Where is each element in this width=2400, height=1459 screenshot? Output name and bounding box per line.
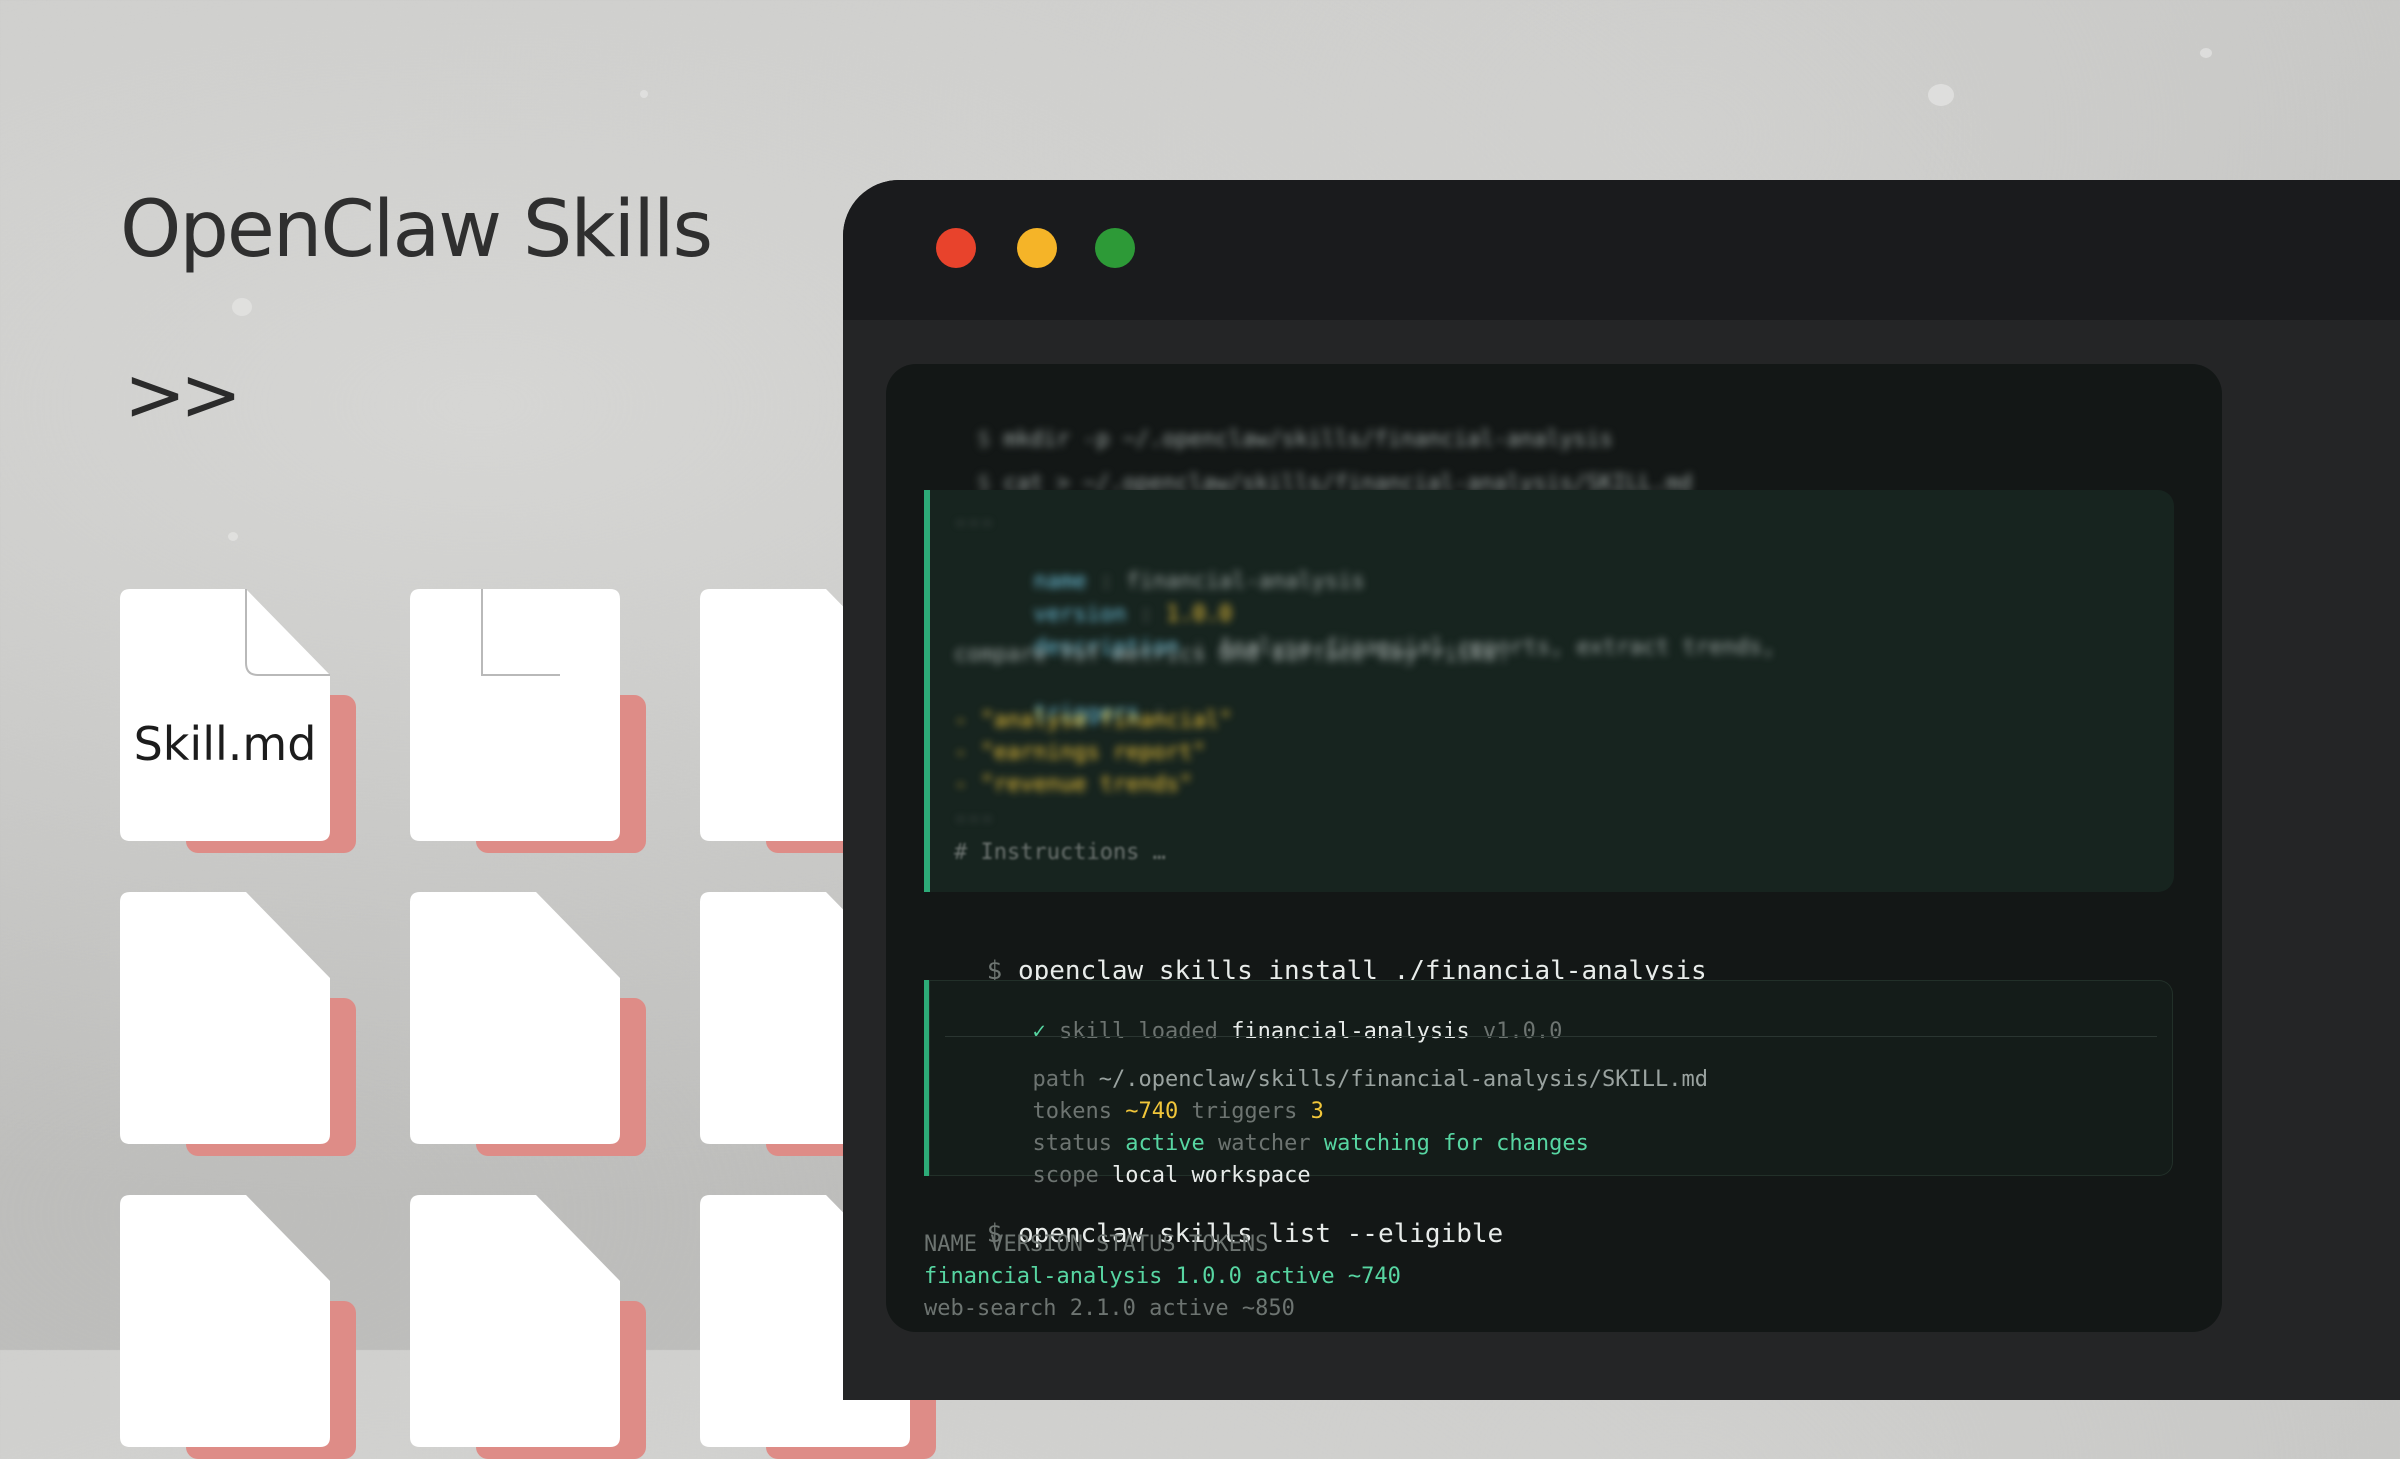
skill-file-icon[interactable]: Skill.md (120, 589, 356, 853)
file-sheet (410, 1195, 620, 1447)
skills-table-row: financial-analysis 1.0.0 active ~740 (924, 1264, 1401, 1289)
window-titlebar[interactable] (843, 180, 2400, 320)
file-sheet (120, 1195, 330, 1447)
file-icon[interactable] (120, 892, 356, 1156)
file-icon[interactable] (410, 1195, 646, 1459)
yaml-trigger-item: - "analyse financial" (954, 708, 1233, 733)
chevron-right-icon: >> (124, 352, 242, 438)
file-label: Skill.md (133, 717, 317, 771)
file-icon[interactable] (120, 1195, 356, 1459)
minimize-button[interactable] (1017, 228, 1057, 268)
skills-table-row: web-search 2.1.0 active ~850 (924, 1296, 1295, 1321)
check-icon: ✓ (1032, 1019, 1046, 1044)
page-title: OpenClaw Skills (120, 185, 713, 275)
file-sheet (410, 589, 620, 841)
loaded-version: v1.0.0 (1482, 1019, 1563, 1044)
skills-table-header: NAME VERSION STATUS TOKENS (924, 1232, 1269, 1257)
scope-label: scope (1032, 1163, 1099, 1188)
file-sheet (410, 892, 620, 1144)
background-speck (232, 298, 252, 316)
yaml-trigger-item: - "earnings report" (954, 740, 1206, 765)
background-speck (640, 90, 648, 98)
watcher-value: watching for changes (1323, 1131, 1589, 1156)
loaded-skill-name: financial-analysis (1231, 1019, 1470, 1044)
loaded-label: skill loaded (1058, 1019, 1218, 1044)
install-result-block: ✓ skill loaded financial-analysis v1.0.0… (924, 980, 2173, 1188)
divider (945, 1036, 2157, 1037)
yaml-trigger-item: - "revenue trends" (954, 772, 1193, 797)
skill-frontmatter-block: --- name : financial-analysis version : … (924, 490, 2174, 892)
background-speck (1928, 84, 1954, 106)
yaml-delimiter: --- (954, 510, 994, 535)
instructions-heading: # Instructions … (954, 840, 1166, 865)
terminal-panel[interactable]: $ mkdir -p ~/.openclaw/skills/financial-… (886, 364, 2222, 1332)
background-speck (2200, 48, 2212, 58)
file-icon[interactable] (410, 589, 646, 853)
file-icon[interactable] (410, 892, 646, 1156)
close-button[interactable] (936, 228, 976, 268)
background-speck (228, 532, 238, 541)
yaml-description-cont: compare YoY metrics and surface key risk… (954, 642, 1511, 667)
file-sheet (120, 892, 330, 1144)
scope-value: local workspace (1111, 1163, 1311, 1188)
maximize-button[interactable] (1095, 228, 1135, 268)
yaml-delimiter: --- (954, 806, 994, 831)
file-sheet (120, 589, 330, 841)
